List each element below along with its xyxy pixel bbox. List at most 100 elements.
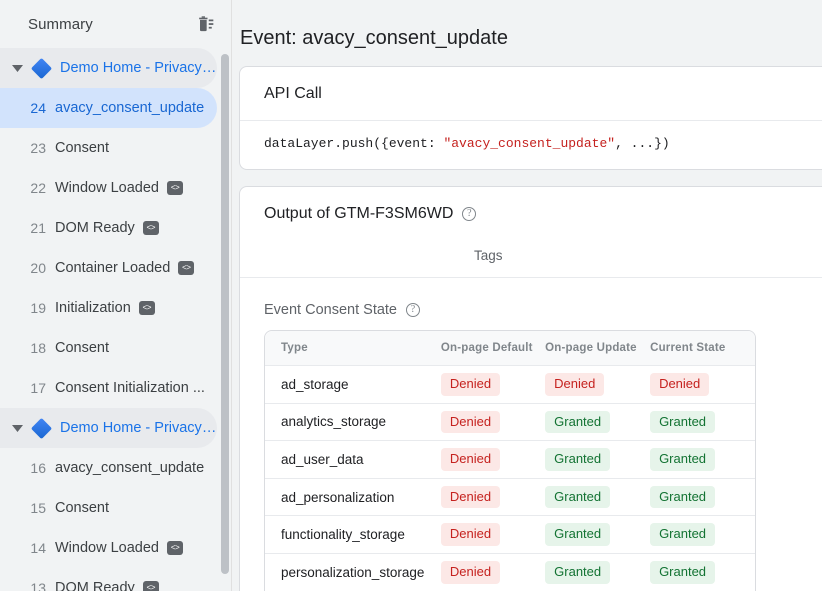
event-index: 18 bbox=[30, 340, 46, 356]
event-name: Consent bbox=[55, 340, 110, 356]
current-state-cell: Granted bbox=[650, 404, 755, 442]
code-suffix: , ...}) bbox=[615, 136, 670, 151]
event-name: DOM Ready bbox=[55, 220, 135, 236]
status-badge: Granted bbox=[545, 485, 611, 509]
sidebar-event-row[interactable]: 21 DOM Ready <> bbox=[0, 208, 217, 248]
code-prefix: dataLayer.push({event: bbox=[264, 136, 444, 151]
sidebar-group-label: Demo Home - Privacy ... bbox=[60, 60, 217, 76]
on-page-update-cell: Denied bbox=[545, 366, 651, 404]
sidebar-group-row[interactable]: Demo Home - Privacy ... bbox=[0, 48, 217, 88]
consent-type-cell: ad_personalization bbox=[265, 479, 441, 517]
event-index: 20 bbox=[30, 260, 46, 276]
consent-type-cell: functionality_storage bbox=[265, 516, 441, 554]
consent-type-cell: personalization_storage bbox=[265, 554, 441, 591]
status-badge: Denied bbox=[650, 373, 710, 396]
sidebar-event-row[interactable]: 13 DOM Ready <> bbox=[0, 568, 217, 591]
status-badge: Granted bbox=[650, 448, 716, 471]
sidebar-event-row[interactable]: 19 Initialization <> bbox=[0, 288, 217, 328]
status-badge: Granted bbox=[650, 485, 716, 509]
sidebar-event-row[interactable]: 22 Window Loaded <> bbox=[0, 168, 217, 208]
consent-table-body: ad_storage Denied Denied Denied analytics_st… bbox=[265, 366, 755, 591]
sidebar-event-row[interactable]: 15 Consent bbox=[0, 488, 217, 528]
status-badge: Denied bbox=[440, 410, 501, 434]
sidebar-scrollbar[interactable] bbox=[221, 54, 229, 574]
status-badge: Granted bbox=[650, 523, 716, 546]
status-badge: Granted bbox=[545, 448, 611, 471]
output-tabs[interactable]: Tags bbox=[240, 240, 822, 278]
sidebar-title: Summary bbox=[28, 15, 93, 33]
trash-icon[interactable] bbox=[195, 14, 215, 34]
consent-type-cell: analytics_storage bbox=[265, 404, 441, 442]
sidebar-event-row[interactable]: 18 Consent bbox=[0, 328, 217, 368]
event-index: 22 bbox=[30, 180, 46, 196]
gtm-preview-window: Summary Demo Home - Privacy ... 24 avacy_c… bbox=[0, 0, 822, 591]
sidebar-event-row[interactable]: 23 Consent bbox=[0, 128, 217, 168]
event-index: 23 bbox=[30, 140, 46, 156]
sidebar-event-row[interactable]: 17 Consent Initialization ... bbox=[0, 368, 217, 408]
status-badge: Denied bbox=[545, 373, 605, 396]
chevron-down-icon[interactable] bbox=[6, 417, 28, 439]
sidebar-group-row[interactable]: Demo Home - Privacy ... bbox=[0, 408, 217, 448]
on-page-update-cell: Granted bbox=[545, 479, 651, 517]
code-tag-icon: <> bbox=[138, 301, 155, 315]
consent-type-cell: ad_user_data bbox=[265, 441, 441, 479]
table-row: analytics_storage Denied Granted Granted bbox=[265, 404, 755, 442]
api-call-card: API Call dataLayer.push({event: "avacy_c… bbox=[239, 66, 822, 170]
status-badge: Granted bbox=[545, 523, 611, 546]
tab-tags[interactable]: Tags bbox=[458, 240, 519, 277]
chevron-down-icon[interactable] bbox=[6, 57, 28, 79]
event-name: Container Loaded bbox=[55, 260, 171, 276]
on-page-default-cell: Denied bbox=[440, 404, 546, 442]
sidebar-group-label: Demo Home - Privacy ... bbox=[60, 420, 217, 436]
on-page-update-cell: Granted bbox=[545, 554, 651, 591]
status-badge: Denied bbox=[440, 560, 501, 584]
status-badge: Denied bbox=[440, 523, 501, 546]
api-call-heading: API Call bbox=[264, 85, 322, 102]
output-card-heading-text: Output of GTM-F3SM6WD bbox=[264, 205, 454, 222]
event-name: Consent bbox=[55, 140, 110, 156]
code-tag-icon: <> bbox=[167, 181, 183, 195]
event-name: Window Loaded bbox=[55, 180, 159, 196]
consent-type-cell: ad_storage bbox=[265, 366, 441, 404]
blue-diamond-icon bbox=[30, 417, 53, 439]
sidebar-event-row[interactable]: 14 Window Loaded <> bbox=[0, 528, 217, 568]
event-name: avacy_consent_update bbox=[55, 100, 205, 116]
current-state-cell: Granted bbox=[650, 516, 755, 554]
table-row: personalization_storage Denied Granted Gran… bbox=[265, 554, 755, 591]
col-header-type: Type bbox=[265, 331, 441, 366]
event-list[interactable]: Demo Home - Privacy ... 24 avacy_consent_u… bbox=[0, 48, 231, 591]
table-row: ad_user_data Denied Granted Granted bbox=[265, 441, 755, 479]
sidebar-header: Summary bbox=[0, 0, 231, 48]
event-consent-state-title: Event Consent State ? bbox=[240, 278, 822, 330]
sidebar-event-row[interactable]: 24 avacy_consent_update bbox=[0, 88, 217, 128]
help-icon[interactable]: ? bbox=[406, 303, 420, 317]
sidebar-event-row[interactable]: 20 Container Loaded <> bbox=[0, 248, 217, 288]
status-badge: Denied bbox=[440, 485, 501, 509]
api-call-code: dataLayer.push({event: "avacy_consent_up… bbox=[240, 121, 822, 169]
event-index: 15 bbox=[30, 500, 46, 516]
status-badge: Granted bbox=[650, 410, 716, 434]
sidebar-event-row[interactable]: 16 avacy_consent_update bbox=[0, 448, 217, 488]
on-page-default-cell: Denied bbox=[440, 554, 546, 591]
help-icon[interactable]: ? bbox=[462, 207, 477, 221]
col-header-update: On-page Update bbox=[545, 331, 651, 366]
current-state-cell: Granted bbox=[650, 441, 755, 479]
event-name: Consent Initialization ... bbox=[55, 380, 205, 396]
event-index: 24 bbox=[30, 100, 46, 116]
on-page-update-cell: Granted bbox=[545, 441, 651, 479]
output-card-heading: Output of GTM-F3SM6WD ? bbox=[240, 187, 822, 240]
status-badge: Granted bbox=[650, 560, 716, 584]
status-badge: Denied bbox=[440, 373, 501, 396]
event-index: 21 bbox=[30, 220, 46, 236]
event-index: 16 bbox=[30, 460, 46, 476]
event-index: 17 bbox=[30, 380, 46, 396]
on-page-default-cell: Denied bbox=[440, 479, 546, 517]
current-state-cell: Denied bbox=[650, 366, 755, 404]
table-row: ad_storage Denied Denied Denied bbox=[265, 366, 755, 404]
main-panel: Event: avacy_consent_update API Call dat… bbox=[232, 0, 822, 591]
col-header-default: On-page Default bbox=[440, 331, 546, 366]
consent-table-head: Type On-page Default On-page Update Curr… bbox=[265, 331, 755, 366]
current-state-cell: Granted bbox=[650, 479, 755, 517]
on-page-default-cell: Denied bbox=[440, 366, 546, 404]
blue-diamond-icon bbox=[30, 57, 53, 79]
